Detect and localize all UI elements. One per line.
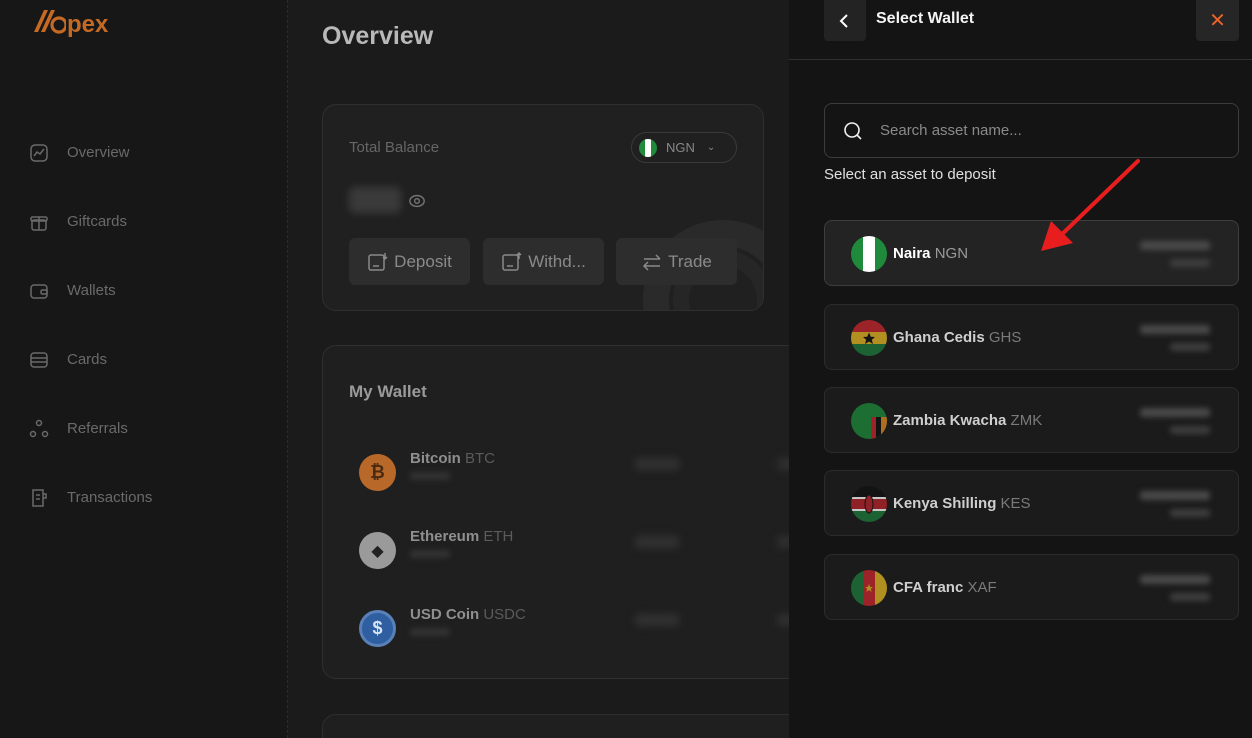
asset-item-kenya-shilling[interactable]: Kenya Shilling KES	[824, 470, 1239, 536]
zambia-flag-icon	[851, 403, 887, 439]
sidebar-item-label: Wallets	[67, 282, 116, 299]
panel-header: Select Wallet ✕	[789, 0, 1252, 60]
coin-balance-hidden	[410, 550, 450, 558]
withdraw-button[interactable]: Withd...	[483, 238, 604, 285]
withdraw-label: Withd...	[528, 251, 586, 271]
coin-balance-hidden	[410, 472, 450, 480]
asset-value-hidden	[1170, 593, 1210, 601]
deposit-icon	[368, 252, 388, 271]
sidebar-item-referrals[interactable]: Referrals	[28, 394, 152, 463]
sidebar-item-giftcards[interactable]: Giftcards	[28, 187, 152, 256]
asset-value-hidden	[1170, 509, 1210, 517]
coin-value-hidden	[635, 614, 679, 626]
eye-icon[interactable]	[408, 192, 426, 210]
balance-card: Total Balance NGN ⌄ Deposit Withd... Tra…	[322, 104, 764, 311]
coin-value-hidden	[635, 458, 679, 470]
nigeria-flag-icon	[851, 236, 887, 272]
chevron-left-icon	[839, 13, 848, 28]
logo-text: pex	[67, 10, 109, 38]
ethereum-icon: ◆	[359, 532, 396, 569]
usdc-icon: $	[359, 610, 396, 647]
asset-value-hidden	[1170, 259, 1210, 267]
search-icon	[844, 121, 862, 140]
search-input[interactable]	[880, 122, 1210, 139]
sidebar-item-label: Cards	[67, 351, 108, 368]
gift-icon	[28, 211, 50, 233]
trade-label: Trade	[668, 251, 712, 271]
page-title: Overview	[322, 22, 434, 50]
search-field[interactable]	[824, 103, 1239, 158]
sidebar-item-transactions[interactable]: Transactions	[28, 463, 152, 532]
sidebar-item-label: Referrals	[67, 420, 128, 437]
sidebar-item-label: Giftcards	[67, 213, 128, 230]
trade-icon	[643, 253, 661, 271]
wallet-row-usdc[interactable]: $ USD Coin USDC	[359, 602, 807, 652]
sidebar-item-wallets[interactable]: Wallets	[28, 256, 152, 325]
close-icon: ✕	[1209, 10, 1226, 32]
panel-title: Select Wallet	[876, 10, 975, 27]
sidebar-item-label: Transactions	[67, 489, 153, 506]
asset-value-hidden	[1170, 426, 1210, 434]
asset-balance-hidden	[1140, 241, 1210, 250]
balance-amount-hidden	[349, 187, 401, 213]
balance-label: Total Balance	[349, 139, 440, 156]
sidebar-item-cards[interactable]: Cards	[28, 325, 152, 394]
asset-name: Ghana Cedis GHS	[893, 329, 1022, 346]
sidebar-nav: Overview Giftcards Wallets Cards Referra…	[28, 118, 152, 532]
nigeria-flag-icon	[639, 138, 657, 157]
currency-select-value: NGN	[666, 140, 695, 155]
wallet-title: My Wallet	[349, 382, 427, 401]
asset-name: Zambia Kwacha ZMK	[893, 412, 1043, 429]
deposit-label: Deposit	[394, 251, 452, 271]
trade-button[interactable]: Trade	[616, 238, 737, 285]
asset-name: Naira NGN	[893, 245, 969, 262]
coin-name: USD Coin USDC	[410, 606, 526, 623]
wallet-row-ethereum[interactable]: ◆ Ethereum ETH	[359, 524, 807, 574]
asset-balance-hidden	[1140, 325, 1210, 334]
logo-mark-icon	[32, 8, 68, 41]
coin-name: Ethereum ETH	[410, 528, 514, 545]
bottom-card	[322, 714, 802, 738]
close-button[interactable]: ✕	[1196, 0, 1239, 41]
asset-item-ghana-cedis[interactable]: Ghana Cedis GHS	[824, 304, 1239, 370]
asset-name: Kenya Shilling KES	[893, 495, 1031, 512]
select-wallet-panel: Select Wallet ✕ Select an asset to depos…	[789, 0, 1252, 738]
bitcoin-icon: ₿	[359, 454, 396, 491]
kenya-flag-icon	[851, 486, 887, 522]
asset-balance-hidden	[1140, 408, 1210, 417]
ghana-flag-icon	[851, 320, 887, 356]
sidebar-item-overview[interactable]: Overview	[28, 118, 152, 187]
withdraw-icon	[502, 251, 522, 271]
main-content: Overview Total Balance NGN ⌄ Deposit Wit…	[289, 0, 807, 738]
logo[interactable]: pex	[32, 8, 108, 41]
asset-item-zambia-kwacha[interactable]: Zambia Kwacha ZMK	[824, 387, 1239, 453]
helper-text: Select an asset to deposit	[824, 166, 996, 183]
wallet-icon	[28, 280, 50, 302]
receipt-icon	[28, 487, 50, 509]
my-wallet-card: My Wallet ₿ Bitcoin BTC ◆ Ethereum ETH $…	[322, 345, 807, 679]
sidebar-item-label: Overview	[67, 144, 130, 161]
chart-icon	[28, 142, 50, 164]
asset-balance-hidden	[1140, 491, 1210, 500]
wallet-row-bitcoin[interactable]: ₿ Bitcoin BTC	[359, 446, 807, 496]
cameroon-flag-icon	[851, 570, 887, 606]
coin-value-hidden	[635, 536, 679, 548]
coin-name: Bitcoin BTC	[410, 450, 496, 467]
currency-select[interactable]: NGN ⌄	[631, 132, 737, 163]
back-button[interactable]	[824, 0, 866, 41]
asset-item-naira[interactable]: Naira NGN	[824, 220, 1239, 286]
sidebar: pex Overview Giftcards Wallets Cards Ref…	[0, 0, 288, 738]
chevron-down-icon: ⌄	[706, 142, 716, 153]
card-icon	[28, 349, 50, 371]
referrals-icon	[28, 418, 50, 440]
asset-name: CFA franc XAF	[893, 579, 997, 596]
coin-balance-hidden	[410, 628, 450, 636]
asset-balance-hidden	[1140, 575, 1210, 584]
deposit-button[interactable]: Deposit	[349, 238, 470, 285]
asset-value-hidden	[1170, 343, 1210, 351]
asset-item-cfa-franc[interactable]: CFA franc XAF	[824, 554, 1239, 620]
